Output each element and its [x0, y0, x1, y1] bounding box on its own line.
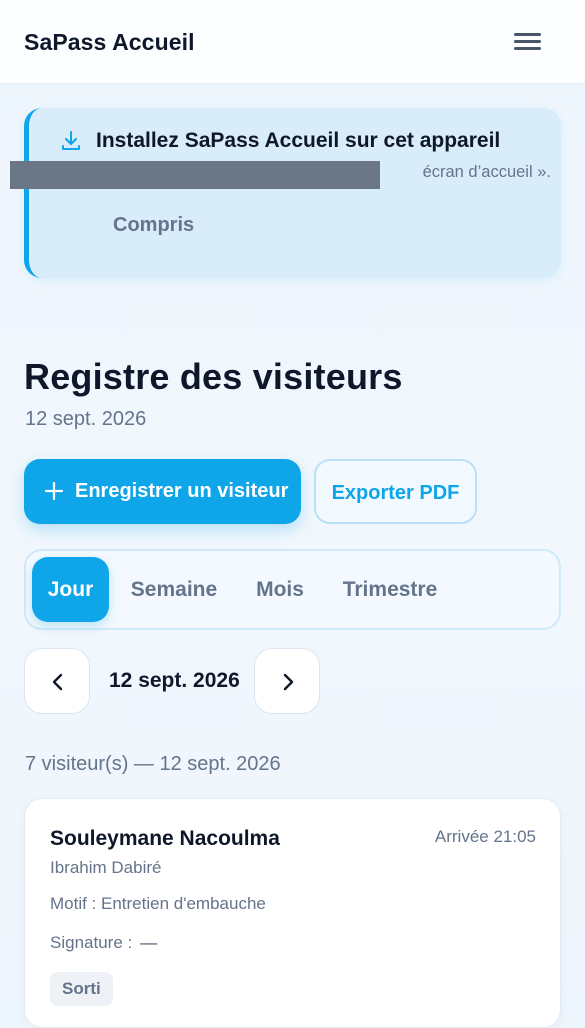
signature-label: Signature :	[50, 933, 133, 952]
register-visitor-button[interactable]: Enregistrer un visiteur	[24, 459, 301, 524]
top-app-bar: SaPass Accueil	[0, 0, 585, 84]
redacted-block	[10, 161, 380, 189]
export-pdf-button[interactable]: Exporter PDF	[314, 459, 477, 524]
chevron-right-icon	[283, 673, 294, 691]
tab-jour[interactable]: Jour	[32, 557, 109, 622]
current-date-label: 12 sept. 2026	[109, 669, 240, 692]
install-banner: Installez SaPass Accueil sur cet apparei…	[24, 108, 561, 278]
status-badge: Sorti	[50, 972, 113, 1006]
visitor-card[interactable]: Souleymane Nacoulma Arrivée 21:05 Ibrahi…	[24, 798, 561, 1028]
chevron-left-icon	[52, 673, 63, 691]
export-pdf-label: Exporter PDF	[331, 482, 460, 504]
signature-value: —	[140, 933, 158, 952]
tab-mois[interactable]: Mois	[248, 557, 312, 622]
period-tabs: Jour Semaine Mois Trimestre	[24, 549, 561, 630]
visitor-purpose: Motif : Entretien d'embauche	[50, 894, 266, 913]
visitor-host: Ibrahim Dabiré	[50, 858, 162, 877]
previous-day-button[interactable]	[24, 648, 90, 714]
register-visitor-label: Enregistrer un visiteur	[75, 480, 289, 502]
page-date: 12 sept. 2026	[25, 408, 147, 430]
visitor-name: Souleymane Nacoulma	[50, 827, 280, 850]
download-icon	[62, 131, 80, 150]
tab-trimestre[interactable]: Trimestre	[338, 557, 442, 622]
visitor-count: 7 visiteur(s) — 12 sept. 2026	[25, 753, 281, 775]
install-banner-title: Installez SaPass Accueil sur cet apparei…	[96, 129, 501, 152]
plus-icon	[45, 482, 63, 500]
visitor-signature: Signature : —	[50, 933, 157, 953]
visitor-arrival-time: Arrivée 21:05	[434, 827, 536, 846]
tab-semaine[interactable]: Semaine	[124, 557, 224, 622]
dismiss-install-button[interactable]: Compris	[113, 214, 194, 237]
app-title: SaPass Accueil	[24, 29, 195, 55]
page-title: Registre des visiteurs	[24, 356, 403, 397]
next-day-button[interactable]	[254, 648, 320, 714]
hamburger-menu-icon[interactable]	[510, 28, 546, 56]
